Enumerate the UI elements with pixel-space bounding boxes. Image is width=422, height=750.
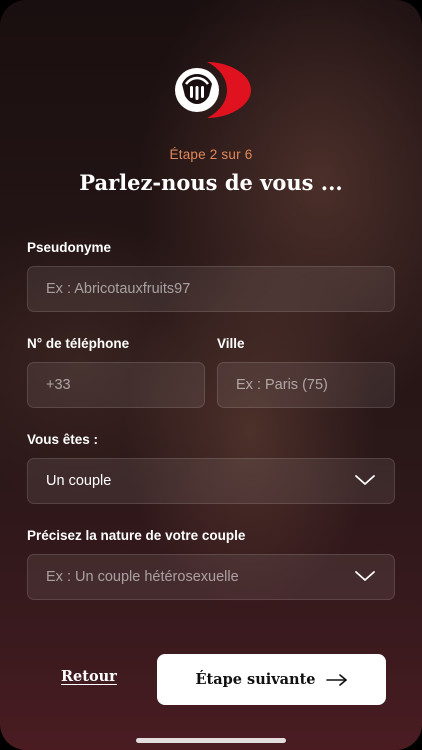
vous-etes-value: Un couple xyxy=(46,473,112,489)
nature-couple-placeholder: Ex : Un couple hétérosexuelle xyxy=(46,569,239,585)
nature-couple-select[interactable]: Ex : Un couple hétérosexuelle xyxy=(27,554,395,600)
ville-label: Ville xyxy=(217,336,245,351)
telephone-label: N° de téléphone xyxy=(27,336,130,351)
telephone-placeholder: +33 xyxy=(46,377,71,393)
chevron-down-icon xyxy=(355,475,375,485)
next-step-button[interactable]: Étape suivante xyxy=(157,654,386,705)
step-indicator: Étape 2 sur 6 xyxy=(169,147,253,162)
home-indicator[interactable] xyxy=(136,738,286,743)
vous-etes-label: Vous êtes : xyxy=(27,432,99,447)
pseudonyme-placeholder: Ex : Abricotauxfruits97 xyxy=(46,281,191,297)
vous-etes-select[interactable]: Un couple xyxy=(27,458,395,504)
pseudonyme-label: Pseudonyme xyxy=(27,240,112,255)
back-button[interactable]: Retour xyxy=(61,668,117,685)
screen: Étape 2 sur 6 Parlez-nous de vous ... Ps… xyxy=(0,0,422,750)
next-step-label: Étape suivante xyxy=(195,671,316,688)
ville-placeholder: Ex : Paris (75) xyxy=(236,377,328,393)
nature-couple-label: Précisez la nature de votre couple xyxy=(27,528,246,543)
page-title: Parlez-nous de vous ... xyxy=(79,170,343,195)
brand-logo-icon xyxy=(175,62,251,118)
ville-input[interactable]: Ex : Paris (75) xyxy=(217,362,395,408)
arrow-right-icon xyxy=(325,673,347,686)
pseudonyme-input[interactable]: Ex : Abricotauxfruits97 xyxy=(27,266,395,312)
chevron-down-icon xyxy=(355,571,375,581)
telephone-input[interactable]: +33 xyxy=(27,362,205,408)
